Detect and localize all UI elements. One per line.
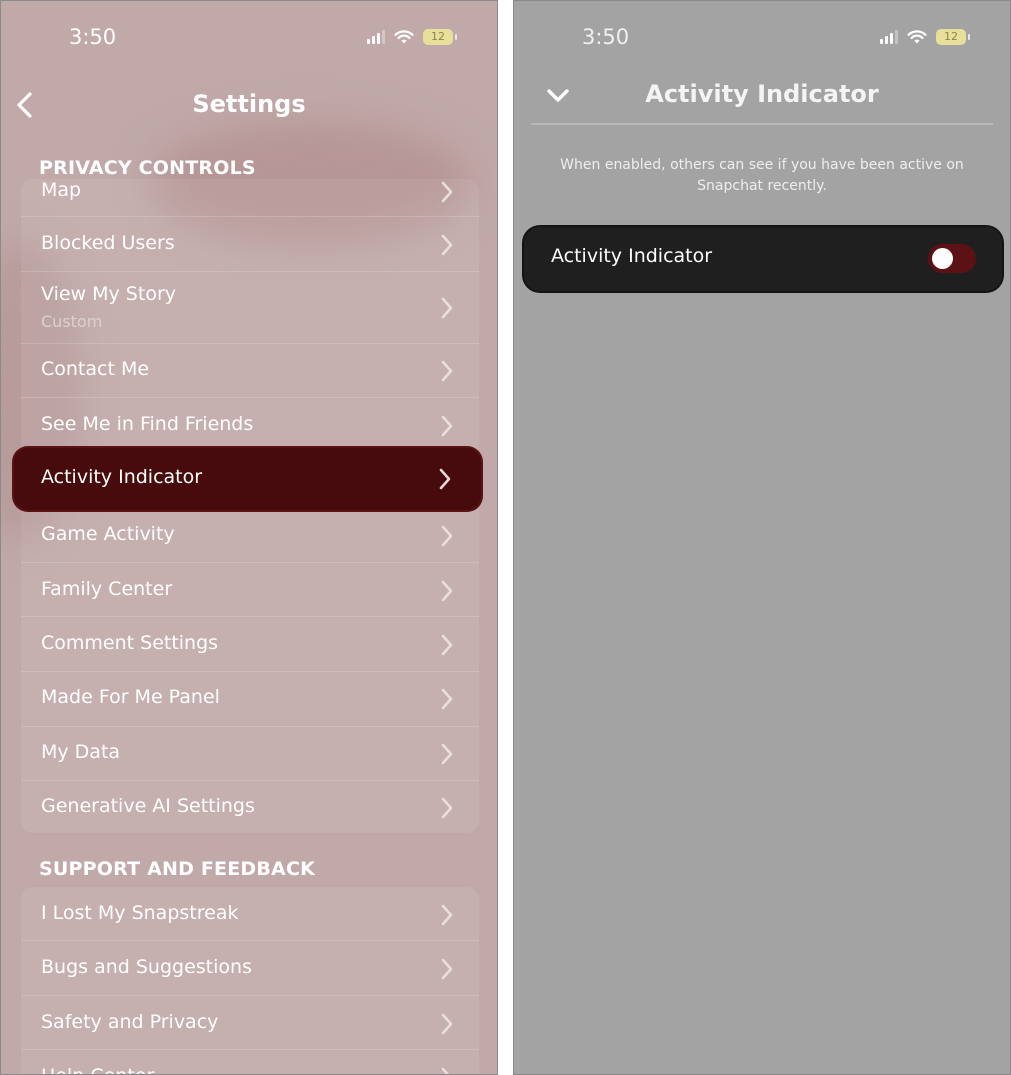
chevron-right-icon [441,580,453,602]
settings-row-safety-and-privacy[interactable]: Safety and Privacy [21,996,479,1050]
chevron-right-icon [441,297,453,319]
chevron-right-icon [441,1013,453,1035]
status-icons: 12 [367,29,457,45]
cellular-signal-icon [367,30,385,44]
settings-row-view-my-story[interactable]: View My Story Custom [21,272,479,344]
chevron-right-icon [441,958,453,980]
settings-row-see-me-in-find-friends[interactable]: See Me in Find Friends [21,398,479,453]
settings-row-map[interactable]: Map [21,179,479,217]
status-bar: 3:50 12 [514,23,1010,53]
settings-row-my-data[interactable]: My Data [21,727,479,781]
row-label: Game Activity [41,523,175,545]
settings-row-blocked-users[interactable]: Blocked Users [21,217,479,272]
row-label: View My Story [41,283,176,305]
chevron-right-icon [441,688,453,710]
row-label: Blocked Users [41,232,175,254]
chevron-right-icon [441,1067,450,1074]
header-divider [531,123,993,125]
battery-icon: 12 [936,29,970,45]
settings-row-activity-indicator[interactable]: Activity Indicator [14,448,481,510]
cellular-signal-icon [880,30,898,44]
row-label: Bugs and Suggestions [41,956,252,978]
chevron-right-icon [441,743,453,765]
setting-label: Activity Indicator [551,245,713,267]
settings-row-contact-me[interactable]: Contact Me [21,344,479,398]
battery-icon: 12 [423,29,457,45]
row-label: Generative AI Settings [41,795,255,817]
settings-screen: 3:50 12 Settings PRIVACY CONTROLS Map Bl… [0,0,498,1075]
wifi-icon [394,29,414,43]
page-title: Activity Indicator [645,80,879,108]
settings-row-i-lost-my-snapstreak[interactable]: I Lost My Snapstreak [21,887,479,941]
settings-row-generative-ai-settings[interactable]: Generative AI Settings [21,781,479,833]
settings-row-bugs-and-suggestions[interactable]: Bugs and Suggestions [21,941,479,996]
row-label: Made For Me Panel [41,686,220,708]
support-and-feedback-group: I Lost My Snapstreak Bugs and Suggestion… [21,887,479,1074]
row-label: Contact Me [41,358,150,380]
row-label: My Data [41,741,121,763]
activity-indicator-toggle[interactable] [928,244,976,273]
status-bar: 3:50 12 [1,23,497,53]
activity-indicator-screen: 3:50 12 Activity Indicator When enabled,… [513,0,1011,1075]
status-time: 3:50 [582,25,630,49]
settings-row-family-center[interactable]: Family Center [21,563,479,617]
chevron-right-icon [441,181,453,203]
section-title-privacy-controls: PRIVACY CONTROLS [39,157,256,179]
activity-indicator-setting-card: Activity Indicator [524,227,1002,291]
row-label: Activity Indicator [41,466,203,488]
section-title-support-and-feedback: SUPPORT AND FEEDBACK [39,858,316,880]
wifi-icon [907,29,927,43]
chevron-right-icon [441,360,453,382]
chevron-right-icon [439,468,451,490]
status-time: 3:50 [69,25,117,49]
row-label: See Me in Find Friends [41,413,254,435]
page-title: Settings [192,90,306,118]
chevron-right-icon [441,797,453,819]
settings-row-help-center[interactable]: Help Center [21,1050,479,1074]
settings-row-made-for-me-panel[interactable]: Made For Me Panel [21,672,479,727]
toggle-knob [932,248,953,269]
row-label: Map [41,179,82,201]
chevron-right-icon [441,904,453,926]
chevron-right-icon [441,634,453,656]
chevron-right-icon [441,415,453,437]
settings-row-game-activity[interactable]: Game Activity [21,508,479,563]
setting-description: When enabled, others can see if you have… [560,157,964,194]
row-label: Comment Settings [41,632,219,654]
settings-row-comment-settings[interactable]: Comment Settings [21,617,479,672]
row-label: Safety and Privacy [41,1011,219,1033]
row-label: Family Center [41,578,173,600]
chevron-right-icon [441,525,453,547]
status-icons: 12 [880,29,970,45]
chevron-right-icon [441,234,453,256]
row-label: I Lost My Snapstreak [41,902,239,924]
row-sublabel: Custom [41,312,103,331]
row-label: Help Center [41,1065,154,1074]
